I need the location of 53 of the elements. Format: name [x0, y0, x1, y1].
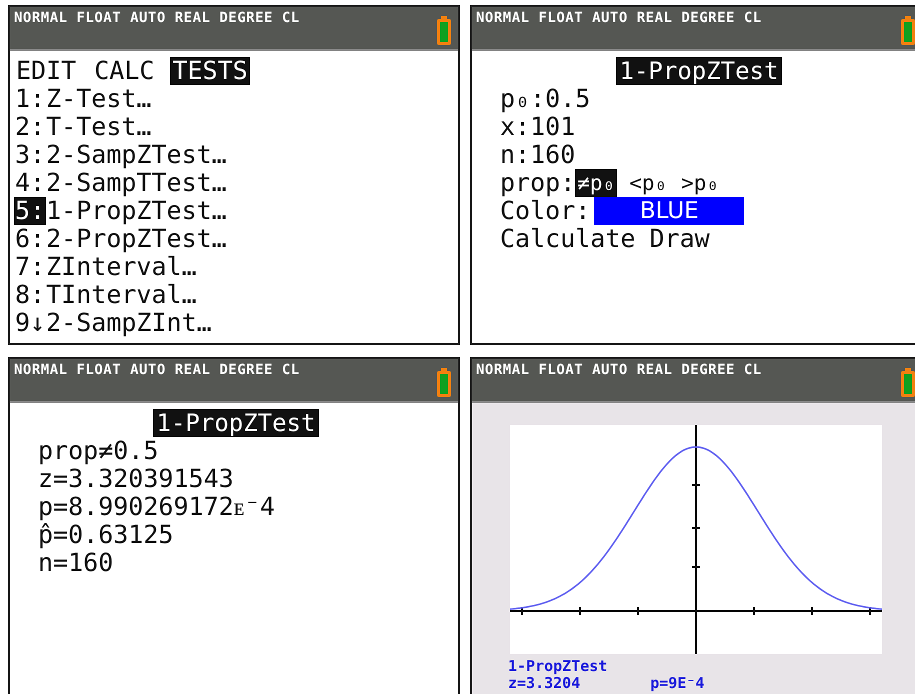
battery-icon	[436, 16, 452, 46]
graph-title: 1-PropZTest	[508, 658, 608, 675]
menu-tab[interactable]: TESTS	[170, 57, 250, 85]
menu-item[interactable]: 2-SampZTest…	[46, 141, 227, 169]
menu-item[interactable]: 2-SampZInt…	[46, 309, 212, 337]
input-field[interactable]: 0.5	[545, 85, 590, 113]
status-text: NORMAL FLOAT AUTO REAL DEGREE CL	[476, 362, 762, 378]
item-number[interactable]: 4:	[14, 169, 46, 197]
item-number[interactable]: 6:	[14, 225, 46, 253]
status-text: NORMAL FLOAT AUTO REAL DEGREE CL	[14, 10, 300, 26]
battery-icon	[900, 368, 915, 398]
battery-icon	[900, 16, 915, 46]
menu-tab[interactable]: CALC	[92, 57, 156, 85]
item-number[interactable]: 2:	[14, 113, 46, 141]
input-field[interactable]: 160	[530, 141, 576, 169]
action-item[interactable]: Calculate	[500, 225, 636, 253]
battery-icon	[436, 368, 452, 398]
menu-item[interactable]: Z-Test…	[46, 85, 152, 113]
status-text: NORMAL FLOAT AUTO REAL DEGREE CL	[14, 362, 300, 378]
item-number[interactable]: 3:	[14, 141, 46, 169]
screen-title: 1-PropZTest	[616, 57, 782, 85]
field-label: n:	[500, 141, 530, 169]
field-label: p₀:	[500, 85, 546, 113]
result-line: p=8.990269172ᴇ⁻4	[38, 493, 275, 521]
menu-item[interactable]: ZInterval…	[46, 253, 197, 281]
menu-item[interactable]: 2-PropZTest…	[46, 225, 227, 253]
result-line: prop≠0.5	[38, 437, 158, 465]
status-text: NORMAL FLOAT AUTO REAL DEGREE CL	[476, 10, 762, 26]
field-label: Color:	[500, 197, 590, 225]
menu-item[interactable]: T-Test…	[46, 113, 152, 141]
option[interactable]: ≠p₀	[575, 169, 618, 197]
option[interactable]: <p₀	[627, 169, 670, 197]
z-value: z=3.3204	[508, 675, 580, 692]
result-line: z=3.320391543	[38, 465, 234, 493]
item-number[interactable]: 1:	[14, 85, 46, 113]
menu-tab[interactable]: EDIT	[14, 57, 78, 85]
option[interactable]: >p₀	[679, 169, 722, 197]
item-number[interactable]: 8:	[14, 281, 46, 309]
result-line: n=160	[38, 549, 114, 577]
field-label: x:	[500, 113, 530, 141]
result-line: p̂=0.63125	[38, 521, 174, 549]
item-number[interactable]: 9↓	[14, 309, 46, 337]
p-value: p=9E⁻4	[650, 675, 704, 692]
color-selector[interactable]: BLUE	[594, 197, 744, 225]
item-number[interactable]: 5:	[14, 197, 46, 225]
field-label: prop:	[500, 169, 576, 197]
input-field[interactable]: 101	[530, 113, 576, 141]
action-item[interactable]: Draw	[649, 225, 710, 253]
screen-title: 1-PropZTest	[152, 409, 320, 437]
item-number[interactable]: 7:	[14, 253, 46, 281]
menu-item[interactable]: 1-PropZTest…	[46, 197, 227, 225]
menu-item[interactable]: TInterval…	[46, 281, 197, 309]
menu-item[interactable]: 2-SampTTest…	[46, 169, 227, 197]
